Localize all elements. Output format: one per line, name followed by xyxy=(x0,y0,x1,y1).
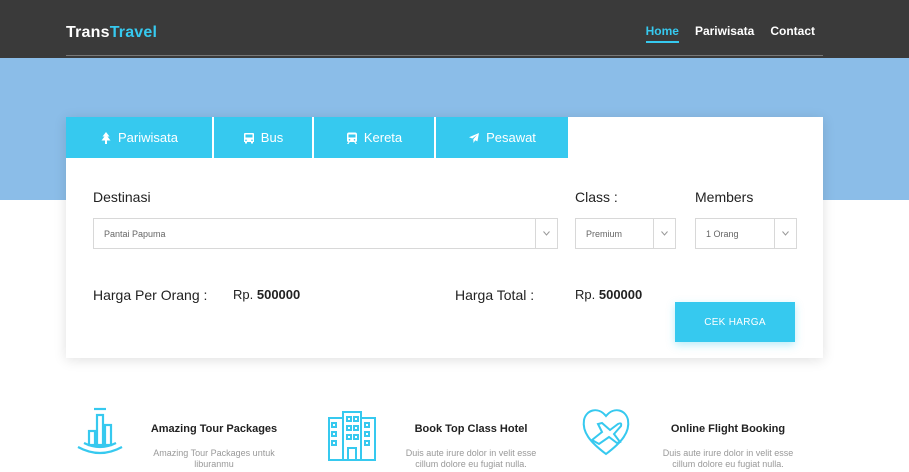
feature-desc-3-line1: Duis aute irure dolor in velit esse xyxy=(662,448,794,458)
brand-name-part1: Trans xyxy=(66,24,110,41)
harga-total-label: Harga Total : xyxy=(455,287,535,303)
monument-icon xyxy=(77,407,123,455)
nav-pariwisata[interactable]: Pariwisata xyxy=(695,24,754,38)
tab-bus-label: Bus xyxy=(260,130,284,145)
tab-bus[interactable]: Bus xyxy=(214,117,314,158)
navbar-divider xyxy=(66,55,823,56)
feature-desc-1-line1: Amazing Tour Packages untuk xyxy=(153,448,275,458)
brand-name-part2: Travel xyxy=(109,24,158,41)
feature-title-3: Online Flight Booking xyxy=(670,423,786,435)
tab-kereta-label: Kereta xyxy=(363,130,403,145)
flight-heart-icon xyxy=(582,409,630,456)
feature-title-2: Book Top Class Hotel xyxy=(414,423,528,435)
transport-tabs: Pariwisata Bus Kereta Pesawat xyxy=(66,117,568,158)
feature-title-1: Amazing Tour Packages xyxy=(150,423,278,435)
members-select[interactable]: 1 Orang xyxy=(695,218,797,249)
feature-desc-2-line1: Duis aute irure dolor in velit esse xyxy=(405,448,537,458)
hotel-icon xyxy=(328,411,376,461)
class-value: Premium xyxy=(586,228,623,239)
destinasi-value: Pantai Papuma xyxy=(104,228,166,239)
top-navbar: TransTravel Home Pariwisata Contact xyxy=(0,0,909,58)
feature-desc-2-line2: cillum dolore eu fugiat nulla. xyxy=(415,459,527,469)
members-value: 1 Orang xyxy=(706,228,739,239)
feature-desc-3-line2: cillum dolore eu fugiat nulla. xyxy=(672,459,784,469)
feature-desc-1-line2: liburanmu xyxy=(194,459,234,469)
members-dropdown-toggle[interactable] xyxy=(774,219,796,248)
tab-kereta[interactable]: Kereta xyxy=(314,117,436,158)
class-label: Class : xyxy=(575,189,618,205)
chevron-down-icon xyxy=(661,231,668,236)
plane-icon xyxy=(469,132,480,143)
destinasi-dropdown-toggle[interactable] xyxy=(535,219,557,248)
harga-total-amount: 500000 xyxy=(598,287,643,302)
harga-per-orang-amount: 500000 xyxy=(256,287,301,302)
nav-contact[interactable]: Contact xyxy=(770,24,815,38)
tab-pesawat[interactable]: Pesawat xyxy=(436,117,568,158)
chevron-down-icon xyxy=(543,231,550,236)
class-dropdown-toggle[interactable] xyxy=(653,219,675,248)
nav-home[interactable]: Home xyxy=(645,24,680,43)
main-nav: Home Pariwisata Contact xyxy=(645,24,815,43)
harga-total-value: Rp. 500000 xyxy=(575,287,642,302)
tab-pariwisata[interactable]: Pariwisata xyxy=(66,117,214,158)
harga-per-orang-value: Rp. 500000 xyxy=(233,287,300,302)
harga-total-currency: Rp. xyxy=(575,287,596,302)
tab-pariwisata-label: Pariwisata xyxy=(118,130,178,145)
bus-icon xyxy=(243,132,254,143)
harga-per-orang-label: Harga Per Orang : xyxy=(93,287,208,303)
train-icon xyxy=(346,132,357,144)
harga-per-orang-currency: Rp. xyxy=(233,287,254,302)
destinasi-select[interactable]: Pantai Papuma xyxy=(93,218,558,249)
class-select[interactable]: Premium xyxy=(575,218,676,249)
tab-pesawat-label: Pesawat xyxy=(486,130,536,145)
cek-harga-button[interactable]: CEK HARGA xyxy=(675,302,795,342)
destinasi-label: Destinasi xyxy=(93,189,151,205)
chevron-down-icon xyxy=(782,231,789,236)
tree-icon xyxy=(101,131,111,144)
members-label: Members xyxy=(695,189,754,205)
brand-logo[interactable]: TransTravel xyxy=(66,24,157,42)
